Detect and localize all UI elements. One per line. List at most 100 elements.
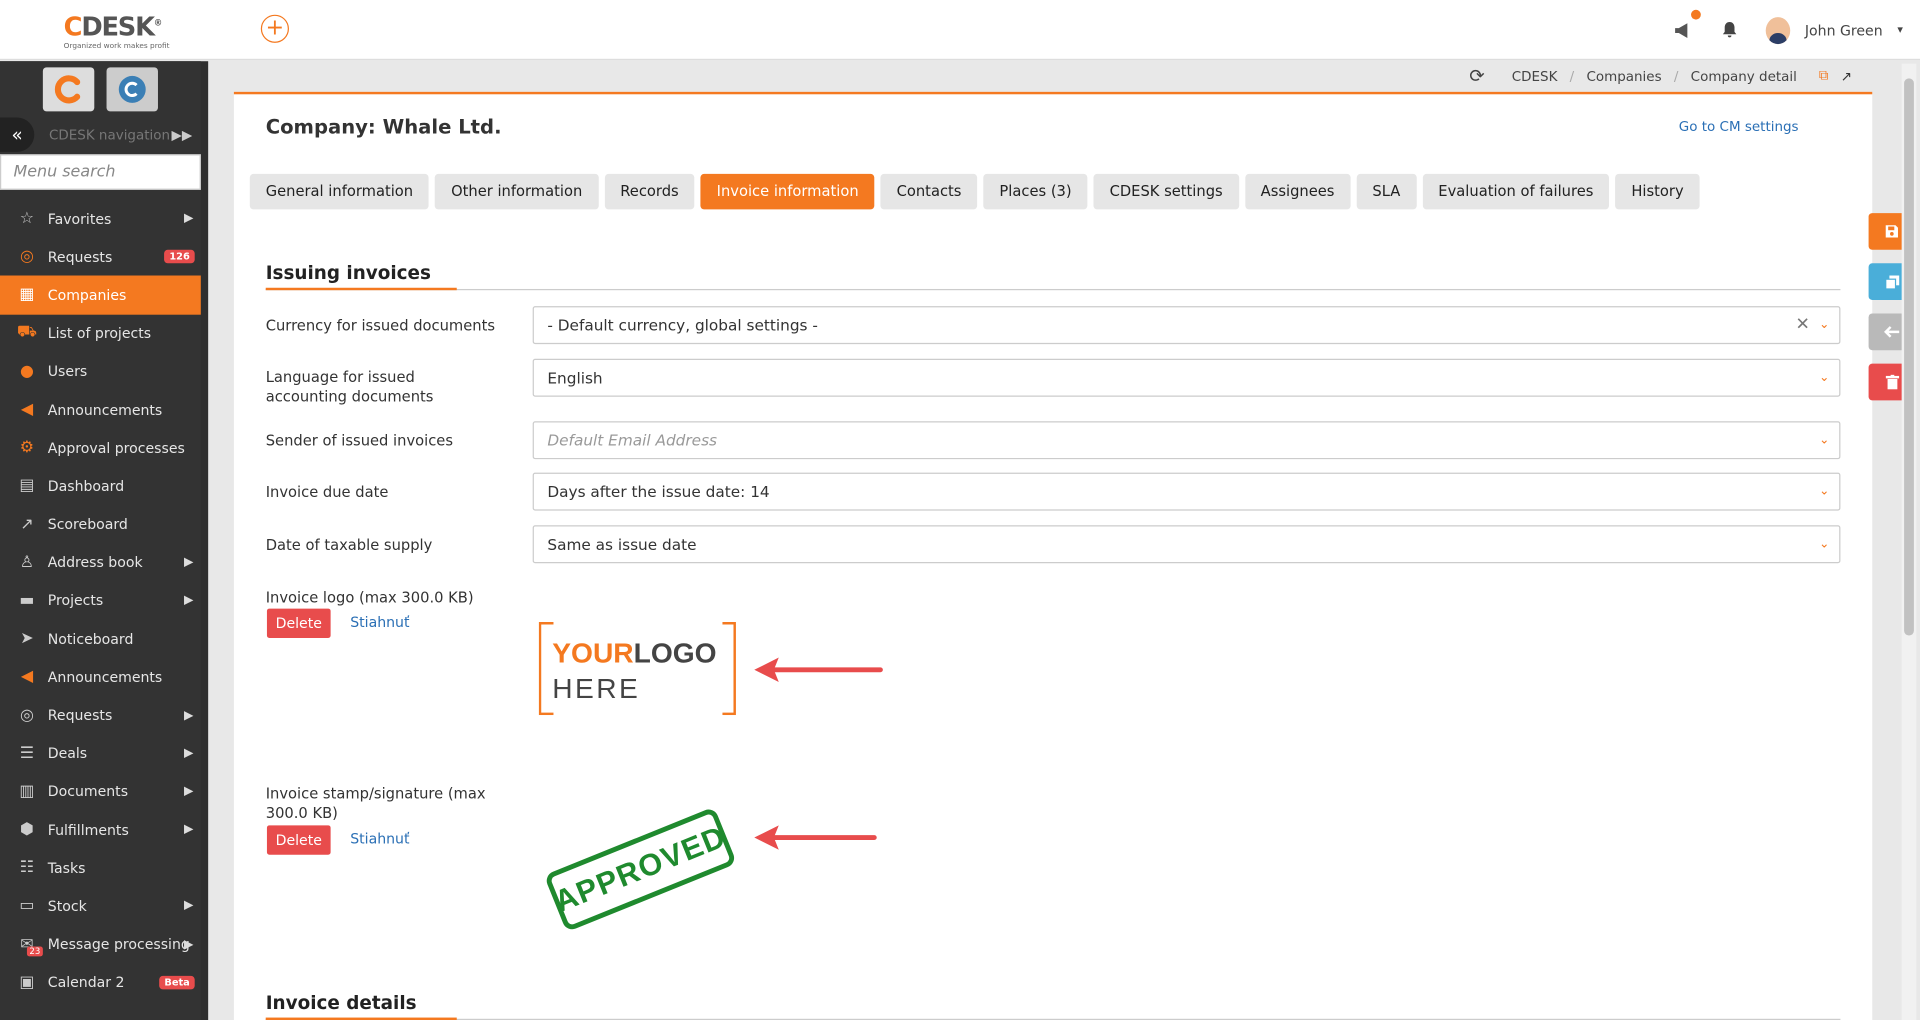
sidebar-item-noticeboard[interactable]: ➤ Noticeboard xyxy=(0,620,201,658)
tab-invoice-information[interactable]: Invoice information xyxy=(700,173,875,210)
delete-logo-button[interactable]: Delete xyxy=(266,608,331,638)
download-stamp-link[interactable]: Stiahnuť xyxy=(350,830,409,847)
arrow-pointer xyxy=(752,655,887,689)
sidebar-menu: ☆ Favorites ▶ ◎ Requests 126 ▦ Companies ⛟ List o… xyxy=(0,200,201,1002)
cm-app-icon[interactable] xyxy=(106,67,158,112)
sidebar-item-announcements[interactable]: ◀ Announcements xyxy=(0,658,201,696)
caret-right-icon: ▶ xyxy=(184,555,194,570)
caret-right-icon: ▶ xyxy=(184,822,194,837)
tab-contacts[interactable]: Contacts xyxy=(880,173,978,210)
requests-icon: ◎ xyxy=(19,705,34,725)
page-scrollbar[interactable] xyxy=(1901,63,1917,1020)
chart-icon: ↗ xyxy=(20,515,34,534)
page-title: Company: Whale Ltd. xyxy=(265,115,502,139)
due-date-label: Invoice due date xyxy=(265,483,389,501)
sidebar-item-label: Documents xyxy=(47,782,129,801)
deals-icon: ☰ xyxy=(19,744,35,763)
language-select[interactable]: English ⌄ xyxy=(532,358,1841,397)
sidebar-item-approval-processes[interactable]: ⚙ Approval processes xyxy=(0,429,201,467)
sidebar-item-companies[interactable]: ▦ Companies xyxy=(0,275,201,315)
truck-icon: ⛟ xyxy=(16,322,37,342)
sidebar-item-address-book[interactable]: ♙ Address book ▶ xyxy=(0,543,201,581)
tab-records[interactable]: Records xyxy=(604,173,695,210)
breadcrumb-item[interactable]: Companies xyxy=(1586,68,1661,84)
sidebar-item-scoreboard[interactable]: ↗ Scoreboard xyxy=(0,505,201,543)
sidebar-item-tasks[interactable]: ☷ Tasks xyxy=(0,849,201,887)
tab-general-information[interactable]: General information xyxy=(249,173,430,210)
caret-down-icon: ▾ xyxy=(1897,23,1903,37)
sidebar-item-label: Noticeboard xyxy=(47,630,134,648)
sidebar-item-documents[interactable]: ▥ Documents ▶ xyxy=(0,772,201,810)
tab-sla[interactable]: SLA xyxy=(1356,173,1417,210)
bike-icon: ⚙ xyxy=(19,438,35,458)
caret-right-icon: ▶ xyxy=(184,899,194,913)
menu-search-input[interactable]: Menu search xyxy=(0,154,201,190)
announcement-megaphone-icon[interactable] xyxy=(1673,9,1701,41)
taxable-supply-select[interactable]: Same as issue date ⌄ xyxy=(532,525,1841,564)
sidebar-item-requests[interactable]: ◎ Requests 126 xyxy=(0,238,201,276)
megaphone-icon: ◀ xyxy=(20,400,34,419)
sender-select[interactable]: Default Email Address ⌄ xyxy=(532,421,1841,460)
currency-select[interactable]: - Default currency, global settings - ✕ … xyxy=(532,306,1841,345)
external-link-icon[interactable]: ↗ xyxy=(1841,68,1852,84)
tab-bar: General information Other information Reco… xyxy=(249,173,1700,210)
sidebar-item-announcements[interactable]: ◀ Announcements xyxy=(0,391,201,429)
chevron-down-icon: ⌄ xyxy=(1819,371,1830,385)
sidebar-item-users[interactable]: ● Users xyxy=(0,352,201,390)
download-logo-link[interactable]: Stiahnuť xyxy=(350,613,409,630)
currency-label: Currency for issued documents xyxy=(265,317,496,335)
arrow-pointer xyxy=(752,823,887,857)
sidebar-item-label: Requests xyxy=(47,706,113,724)
tab-history[interactable]: History xyxy=(1615,173,1700,210)
clear-icon[interactable]: ✕ xyxy=(1795,307,1809,343)
cdesk-logo[interactable]: CDESK® Organized work makes profit xyxy=(64,10,186,52)
add-button[interactable]: + xyxy=(260,14,289,43)
top-bar: CDESK® Organized work makes profit + Joh… xyxy=(0,0,1920,61)
breadcrumb-item[interactable]: CDESK xyxy=(1512,68,1558,84)
brand-tagline: Organized work makes profit xyxy=(63,41,170,51)
sidebar-item-calendar-2[interactable]: ▣ Calendar 2 Beta xyxy=(0,963,201,1001)
sidebar-item-requests[interactable]: ◎ Requests ▶ xyxy=(0,696,201,734)
star-icon: ☆ xyxy=(19,209,35,228)
invoice-stamp-label: Invoice stamp/signature (max 300.0 KB) xyxy=(265,784,486,822)
chevron-down-icon: ⌄ xyxy=(1819,433,1830,447)
cdesk-app-icon[interactable] xyxy=(42,67,95,112)
brand-rest: DESK xyxy=(81,12,155,42)
logo-text-logo: LOGO xyxy=(633,636,717,669)
sidebar-item-fulfillments[interactable]: ⬢ Fulfillments ▶ xyxy=(0,811,201,849)
sidebar-item-dashboard[interactable]: ▤ Dashboard xyxy=(0,467,201,505)
cm-settings-link[interactable]: Go to CM settings xyxy=(1679,119,1799,135)
due-date-select[interactable]: Days after the issue date: 14 ⌄ xyxy=(532,472,1841,511)
collapse-sidebar-icon[interactable]: « xyxy=(0,117,35,152)
open-new-window-icon[interactable]: ⧉ xyxy=(1819,67,1829,84)
expand-icon[interactable]: ▶▶ xyxy=(172,127,193,143)
delete-stamp-button[interactable]: Delete xyxy=(266,825,331,855)
sidebar-item-label: Requests xyxy=(47,248,113,266)
sidebar-item-label: List of projects xyxy=(47,324,152,342)
bell-icon[interactable] xyxy=(1719,19,1741,41)
chevron-down-icon: ⌄ xyxy=(1819,537,1830,552)
sidebar-item-list-of-projects[interactable]: ⛟ List of projects xyxy=(0,314,201,352)
invoice-details-heading: Invoice details xyxy=(265,991,417,1014)
nav-label: CDESK navigation xyxy=(48,126,171,143)
user-menu[interactable]: John Green ▾ xyxy=(1765,16,1903,44)
sidebar-item-message-processing[interactable]: ✉ Message processing 23 ▶ xyxy=(0,925,201,963)
tab-cdesk-settings[interactable]: CDESK settings xyxy=(1093,173,1239,210)
tab-other-information[interactable]: Other information xyxy=(435,173,599,210)
sidebar-item-label: Dashboard xyxy=(47,477,125,495)
caret-right-icon: ▶ xyxy=(184,211,194,226)
sidebar-item-stock[interactable]: ▭ Stock ▶ xyxy=(0,887,201,925)
refresh-icon[interactable]: ⟳ xyxy=(1469,65,1484,87)
count-badge: Beta xyxy=(159,975,195,990)
sidebar-item-deals[interactable]: ☰ Deals ▶ xyxy=(0,734,201,772)
sidebar-item-favorites[interactable]: ☆ Favorites ▶ xyxy=(0,200,201,238)
language-value: English xyxy=(547,368,603,387)
approved-stamp-image: APPROVED xyxy=(543,806,738,933)
sidebar-item-projects[interactable]: ▬ Projects ▶ xyxy=(0,581,201,619)
tab-assignees[interactable]: Assignees xyxy=(1244,173,1351,210)
tab-evaluation-of-failures[interactable]: Evaluation of failures xyxy=(1422,173,1610,210)
tasks-icon: ☷ xyxy=(19,858,35,878)
tab-places-3[interactable]: Places (3) xyxy=(983,173,1088,210)
scrollbar-thumb[interactable] xyxy=(1904,78,1914,636)
sidebar-item-label: Projects xyxy=(47,592,104,610)
